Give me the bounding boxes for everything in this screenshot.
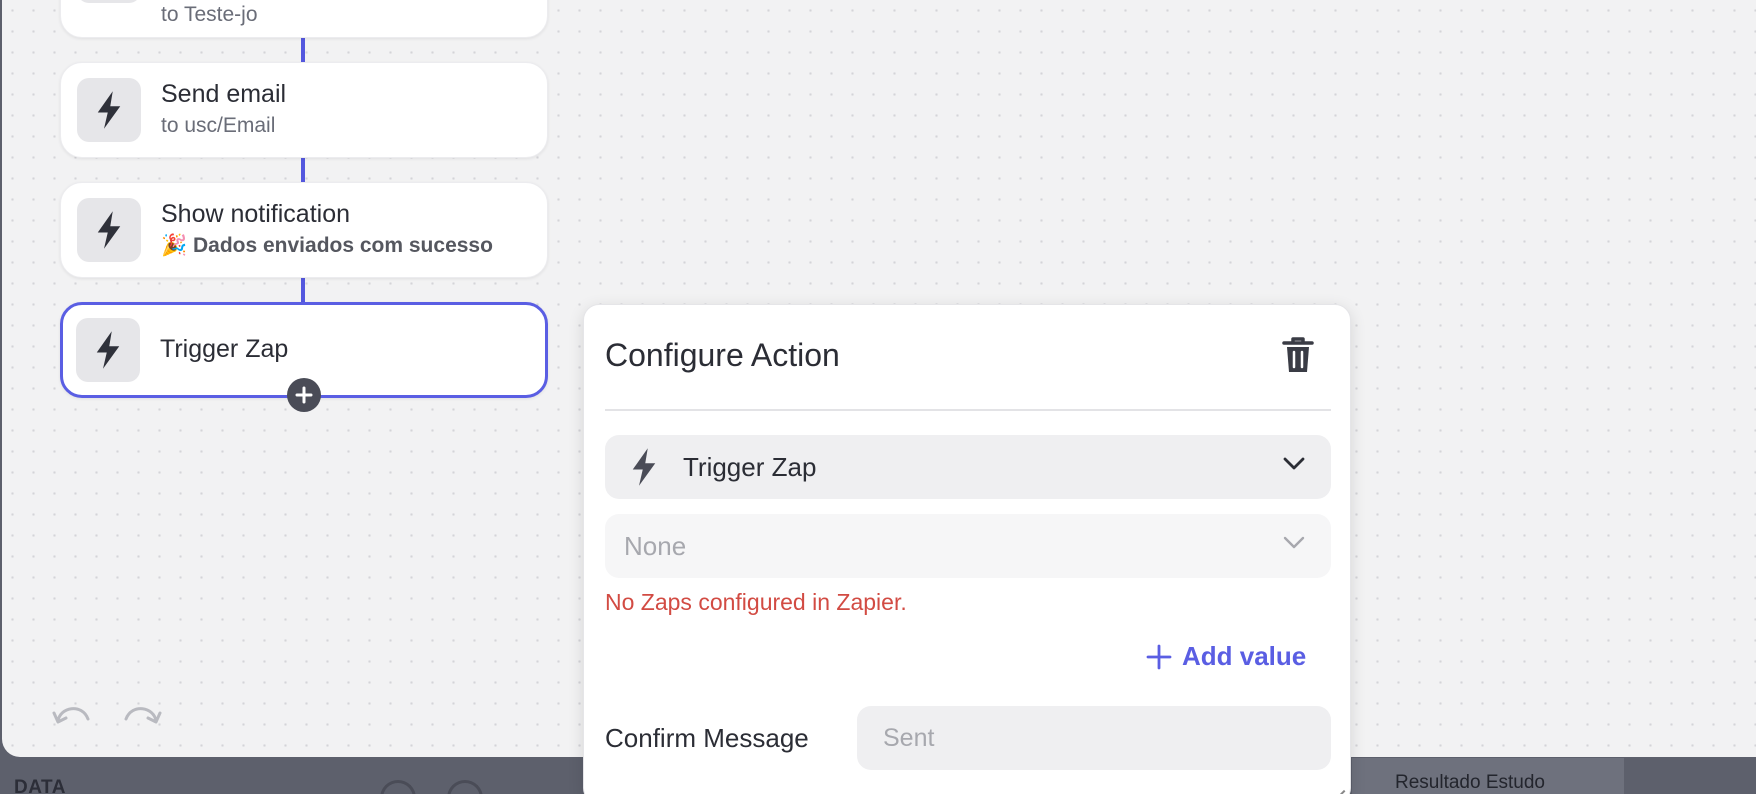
node-subtitle: to Teste-jo [161, 3, 258, 26]
error-message: No Zaps configured in Zapier. [605, 589, 907, 615]
connector [301, 278, 305, 304]
bolt-icon [97, 91, 121, 129]
action-type-select[interactable]: Trigger Zap [605, 435, 1331, 499]
panel-divider [605, 409, 1331, 411]
background-undo-icon [380, 780, 416, 794]
node-icon-box [77, 78, 141, 142]
panel-title: Configure Action [605, 337, 840, 373]
node-subtitle: 🎉 Dados enviados com sucesso [161, 234, 493, 257]
chevron-down-icon [1283, 536, 1305, 549]
confirm-message-label: Confirm Message [605, 723, 809, 753]
add-value-button[interactable]: Add value [1146, 641, 1306, 672]
node-icon-box [77, 0, 141, 3]
section-label: DATA [14, 777, 66, 794]
flow-node-send-email[interactable]: Send email to usc/Email [60, 62, 548, 158]
node-icon-box [76, 318, 140, 382]
background-right-label: Resultado Estudo [1395, 772, 1545, 793]
node-subtitle: to usc/Email [161, 114, 276, 137]
zap-select[interactable]: None [605, 514, 1331, 578]
plus-icon [295, 386, 313, 404]
bolt-icon [96, 331, 120, 369]
flow-node-update[interactable]: to Teste-jo [60, 0, 548, 38]
flow-node-show-notification[interactable]: Show notification 🎉 Dados enviados com s… [60, 182, 548, 278]
undo-icon[interactable] [52, 699, 92, 725]
action-type-value: Trigger Zap [683, 452, 817, 482]
redo-icon[interactable] [122, 699, 162, 725]
connector [301, 38, 305, 62]
background-redo-icon [447, 780, 483, 794]
node-icon-box [77, 198, 141, 262]
node-title: Show notification [161, 200, 351, 228]
node-title: Send email [161, 80, 287, 108]
confirm-message-input[interactable] [857, 706, 1331, 770]
plus-icon [1146, 644, 1172, 669]
node-title: Trigger Zap [160, 335, 289, 363]
add-value-label: Add value [1182, 641, 1307, 671]
resize-handle[interactable] [1336, 789, 1352, 794]
bolt-icon [632, 448, 656, 486]
connector [301, 158, 305, 182]
trash-icon[interactable] [1280, 335, 1316, 375]
add-step-button[interactable] [287, 378, 321, 412]
chevron-down-icon [1283, 457, 1305, 470]
bolt-icon [97, 211, 121, 249]
configure-action-panel: Configure Action Trigger Zap None No Zap… [583, 304, 1352, 794]
zap-select-value: None [624, 531, 687, 561]
